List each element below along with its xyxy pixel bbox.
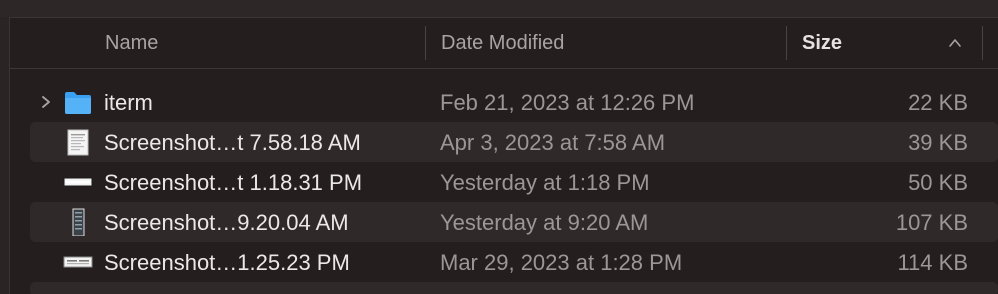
file-name: Screenshot…1.25.23 PM <box>104 250 350 275</box>
file-size: 39 KB <box>908 130 968 155</box>
file-row[interactable]: Screenshot…9.20.04 AM Yesterday at 9:20 … <box>30 202 998 242</box>
tall-thumbnail-icon <box>72 208 85 236</box>
finder-window: Name Date Modified Size iterm Feb 21, 20… <box>0 0 998 294</box>
disclosure-triangle-icon[interactable] <box>40 95 52 109</box>
file-row-partial[interactable] <box>30 282 998 294</box>
file-row[interactable]: iterm Feb 21, 2023 at 12:26 PM 22 KB <box>30 82 998 122</box>
file-date-modified: Mar 29, 2023 at 1:28 PM <box>440 250 683 275</box>
document-thumbnail-icon <box>67 129 89 156</box>
file-name: Screenshot…9.20.04 AM <box>104 210 349 235</box>
file-date-modified: Apr 3, 2023 at 7:58 AM <box>440 130 666 155</box>
file-size: 22 KB <box>908 90 968 115</box>
file-date-modified: Feb 21, 2023 at 12:26 PM <box>440 90 695 115</box>
file-size: 50 KB <box>908 170 968 195</box>
column-header-bar: Name Date Modified Size <box>10 18 998 69</box>
column-divider[interactable] <box>425 26 426 60</box>
file-row[interactable]: Screenshot…t 1.18.31 PM Yesterday at 1:1… <box>30 162 998 202</box>
chevron-up-icon[interactable] <box>948 36 962 50</box>
column-header-date-modified[interactable]: Date Modified <box>441 18 564 68</box>
file-name: Screenshot…t 1.18.31 PM <box>104 170 363 195</box>
file-name: Screenshot…t 7.58.18 AM <box>104 130 361 155</box>
toolbar-strip <box>0 0 998 18</box>
file-row[interactable]: Screenshot…1.25.23 PM Mar 29, 2023 at 1:… <box>30 242 998 282</box>
column-header-name[interactable]: Name <box>105 18 158 68</box>
file-date-modified: Yesterday at 1:18 PM <box>440 170 650 195</box>
column-divider[interactable] <box>982 26 983 60</box>
file-name: iterm <box>104 90 153 115</box>
file-size: 114 KB <box>897 250 968 275</box>
file-date-modified: Yesterday at 9:20 AM <box>440 210 649 235</box>
wide-thumbnail-icon <box>63 177 93 187</box>
column-divider[interactable] <box>786 26 787 60</box>
column-header-size[interactable]: Size <box>802 18 842 68</box>
sidebar-edge <box>0 17 10 294</box>
file-list: iterm Feb 21, 2023 at 12:26 PM 22 KB Scr… <box>30 82 998 294</box>
file-size: 107 KB <box>895 210 968 235</box>
folder-icon <box>65 92 91 114</box>
file-row[interactable]: Screenshot…t 7.58.18 AM Apr 3, 2023 at 7… <box>30 122 998 162</box>
wide-thumbnail-icon <box>63 256 93 268</box>
